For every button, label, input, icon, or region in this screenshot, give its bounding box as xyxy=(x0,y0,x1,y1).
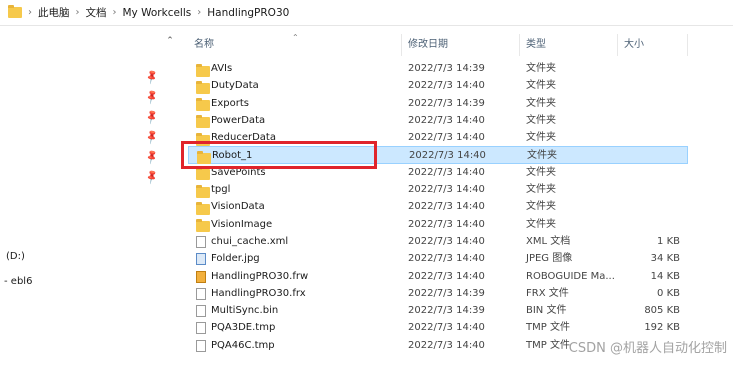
file-date: 2022/7/3 14:40 xyxy=(408,235,485,247)
scroll-up-icon[interactable]: ⌃ xyxy=(165,36,175,46)
file-name: chui_cache.xml xyxy=(211,235,289,247)
chevron-right-icon: › xyxy=(197,7,202,18)
file-size: 34 KB xyxy=(650,253,680,265)
file-type: 文件夹 xyxy=(526,201,556,213)
nav-item-drive-d[interactable]: (D:) xyxy=(6,251,25,262)
column-header-type[interactable]: 类型 xyxy=(520,34,618,56)
scrollbar[interactable] xyxy=(165,50,175,365)
file-name: AVIs xyxy=(211,63,233,74)
file-date: 2022/7/3 14:40 xyxy=(408,166,485,178)
file-name: HandlingPRO30.frx xyxy=(211,287,306,299)
file-type: 文件夹 xyxy=(526,132,556,144)
nav-item-ebl6[interactable]: - ebl6 xyxy=(4,276,32,287)
pin-icon: 📌 xyxy=(143,109,161,126)
file-type: TMP 文件 xyxy=(526,322,570,334)
breadcrumb-handlingpro30[interactable]: HandlingPRO30 xyxy=(207,7,289,19)
column-header-name[interactable]: 名称 xyxy=(188,34,402,56)
file-row[interactable]: Folder.jpg 2022/7/3 14:40 JPEG 图像 34 KB xyxy=(188,250,688,267)
folder-row[interactable]: VisionImage 2022/7/3 14:40 文件夹 xyxy=(188,216,688,233)
file-name: PQA46C.tmp xyxy=(211,339,275,351)
file-date: 2022/7/3 14:40 xyxy=(408,80,485,92)
pin-icon: 📌 xyxy=(143,69,161,86)
file-name: VisionImage xyxy=(211,218,273,230)
file-size: 1 KB xyxy=(657,235,680,247)
file-size: 805 KB xyxy=(644,305,680,317)
pin-icon: 📌 xyxy=(143,169,161,186)
folder-row[interactable]: PowerData 2022/7/3 14:40 文件夹 xyxy=(188,112,688,129)
folder-row[interactable]: AVIs 2022/7/3 14:39 文件夹 xyxy=(188,60,688,77)
file-date: 2022/7/3 14:40 xyxy=(408,201,485,213)
column-header-size[interactable]: 大小 xyxy=(618,34,688,56)
file-type: 文件夹 xyxy=(526,80,556,92)
file-size: 192 KB xyxy=(644,322,680,334)
file-name: HandlingPRO30.frw xyxy=(211,270,309,282)
file-name: tpgl xyxy=(211,184,231,196)
file-date: 2022/7/3 14:40 xyxy=(408,114,485,126)
file-list: AVIs 2022/7/3 14:39 文件夹 DutyData 2022/7/3 14… xyxy=(188,60,688,354)
file-icon xyxy=(196,339,206,358)
chevron-right-icon: › xyxy=(112,7,117,18)
file-date: 2022/7/3 14:39 xyxy=(408,305,485,317)
file-type: ROBOGUIDE Ma... xyxy=(526,270,615,282)
watermark: CSDN @机器人自动化控制 xyxy=(568,341,727,356)
file-date: 2022/7/3 14:40 xyxy=(408,270,485,282)
file-type: 文件夹 xyxy=(526,114,556,126)
file-row[interactable]: chui_cache.xml 2022/7/3 14:40 XML 文档 1 KB xyxy=(188,233,688,250)
column-header: 名称 修改日期 类型 大小 xyxy=(188,34,688,56)
file-type: 文件夹 xyxy=(526,218,556,230)
file-type: JPEG 图像 xyxy=(526,253,573,265)
file-type: 文件夹 xyxy=(527,150,557,162)
annotation-highlight-box xyxy=(181,141,377,169)
column-header-date[interactable]: 修改日期 xyxy=(402,34,520,56)
file-name: VisionData xyxy=(211,201,265,213)
file-type: 文件夹 xyxy=(526,97,556,109)
pin-icon: 📌 xyxy=(143,129,161,146)
file-date: 2022/7/3 14:40 xyxy=(408,132,485,144)
file-name: Folder.jpg xyxy=(211,253,260,265)
navigation-pane: 📌 📌 📌 📌 📌 📌 (D:) - ebl6 xyxy=(0,26,160,365)
file-name: MultiSync.bin xyxy=(211,305,279,317)
chevron-right-icon: › xyxy=(75,7,80,18)
chevron-right-icon: › xyxy=(28,7,32,18)
file-name: PowerData xyxy=(211,114,266,126)
breadcrumb-this-pc[interactable]: 此电脑 xyxy=(38,5,70,20)
file-row[interactable]: MultiSync.bin 2022/7/3 14:39 BIN 文件 805 KB xyxy=(188,302,688,319)
file-name: PQA3DE.tmp xyxy=(211,322,276,334)
file-row[interactable]: HandlingPRO30.frw 2022/7/3 14:40 ROBOGUIDE… xyxy=(188,268,688,285)
folder-row[interactable]: tpgl 2022/7/3 14:40 文件夹 xyxy=(188,181,688,198)
folder-row[interactable]: Exports 2022/7/3 14:39 文件夹 xyxy=(188,95,688,112)
folder-icon xyxy=(8,5,22,18)
file-date: 2022/7/3 14:40 xyxy=(409,150,486,162)
file-date: 2022/7/3 14:39 xyxy=(408,287,485,299)
file-name: DutyData xyxy=(211,80,259,92)
file-type: TMP 文件 xyxy=(526,339,570,351)
file-size: 0 KB xyxy=(657,287,680,299)
folder-row[interactable]: DutyData 2022/7/3 14:40 文件夹 xyxy=(188,77,688,94)
file-date: 2022/7/3 14:40 xyxy=(408,218,485,230)
address-bar[interactable]: › 此电脑 › 文档 › My Workcells › HandlingPRO3… xyxy=(0,0,733,26)
file-size: 14 KB xyxy=(650,270,680,282)
file-row[interactable]: PQA3DE.tmp 2022/7/3 14:40 TMP 文件 192 KB xyxy=(188,319,688,336)
file-date: 2022/7/3 14:39 xyxy=(408,63,485,74)
file-type: 文件夹 xyxy=(526,63,556,74)
breadcrumb-my-workcells[interactable]: My Workcells xyxy=(123,7,192,19)
breadcrumb-documents[interactable]: 文档 xyxy=(86,5,107,20)
pin-icon: 📌 xyxy=(143,89,161,106)
file-name: Exports xyxy=(211,97,249,109)
file-date: 2022/7/3 14:40 xyxy=(408,184,485,196)
file-row[interactable]: HandlingPRO30.frx 2022/7/3 14:39 FRX 文件 0 K… xyxy=(188,285,688,302)
folder-row[interactable]: VisionData 2022/7/3 14:40 文件夹 xyxy=(188,198,688,215)
file-type: 文件夹 xyxy=(526,184,556,196)
file-date: 2022/7/3 14:39 xyxy=(408,97,485,109)
file-type: BIN 文件 xyxy=(526,305,567,317)
file-date: 2022/7/3 14:40 xyxy=(408,253,485,265)
file-type: FRX 文件 xyxy=(526,287,569,299)
file-date: 2022/7/3 14:40 xyxy=(408,322,485,334)
file-type: XML 文档 xyxy=(526,235,571,247)
file-date: 2022/7/3 14:40 xyxy=(408,339,485,351)
file-type: 文件夹 xyxy=(526,166,556,178)
pin-icon: 📌 xyxy=(143,149,161,166)
